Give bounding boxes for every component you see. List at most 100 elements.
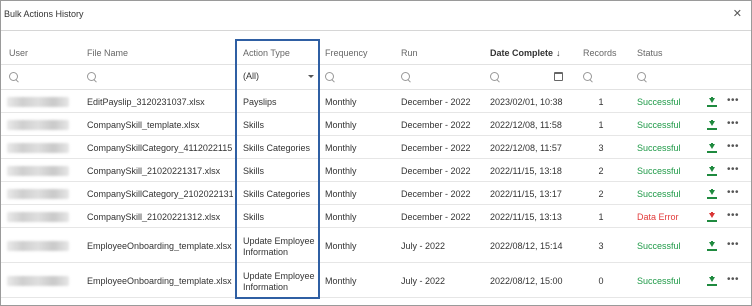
run-cell: December - 2022 (401, 143, 471, 153)
action-type-select[interactable]: (All) (240, 69, 318, 85)
frequency-cell: Monthly (325, 97, 357, 107)
more-icon[interactable]: ••• (727, 240, 739, 250)
frequency-cell: Monthly (325, 166, 357, 176)
search-icon (401, 72, 412, 83)
search-icon (325, 72, 336, 83)
frequency-cell: Monthly (325, 189, 357, 199)
more-icon[interactable]: ••• (727, 275, 739, 285)
file-name-cell: CompanySkillCategory_4112022115... (87, 143, 233, 153)
file-name-cell: CompanySkillCategory_2102022131... (87, 189, 233, 199)
records-cell: 1 (598, 212, 604, 222)
column-header-date-complete[interactable]: Date Complete ↓ (490, 48, 561, 58)
date-complete-cell: 2022/12/08, 11:57 (490, 143, 562, 153)
download-icon[interactable] (706, 241, 717, 252)
records-cell: 1 (598, 97, 604, 107)
file-name-cell: CompanySkill_21020221312.xlsx (87, 212, 221, 222)
more-icon[interactable]: ••• (727, 96, 739, 106)
dialog-title: Bulk Actions History (4, 9, 84, 19)
table-row[interactable]: CompanySkillCategory_2102022131... Skills… (1, 182, 751, 205)
table-row[interactable]: CompanySkill_template.xlsx Skills Monthly D… (1, 113, 751, 136)
file-name-filter[interactable] (87, 69, 227, 87)
user-avatar-redacted (7, 212, 69, 222)
user-avatar-redacted (7, 166, 69, 176)
status-cell: Successful (637, 166, 681, 176)
table-row[interactable]: CompanySkill_21020221317.xlsx Skills Month… (1, 159, 751, 182)
user-filter[interactable] (9, 69, 79, 87)
records-cell: 0 (598, 276, 604, 286)
status-filter[interactable] (637, 69, 697, 87)
more-icon[interactable]: ••• (727, 188, 739, 198)
download-icon[interactable] (706, 97, 717, 108)
action-type-cell: Update Employee Information (243, 271, 315, 292)
date-complete-cell: 2023/02/01, 10:38 (490, 97, 563, 107)
close-icon[interactable]: ✕ (733, 7, 742, 20)
table-row[interactable]: CompanySkillCategory_4112022115... Skills… (1, 136, 751, 159)
file-name-cell: CompanySkill_21020221317.xlsx (87, 166, 221, 176)
frequency-cell: Monthly (325, 241, 357, 251)
date-complete-cell: 2022/11/15, 13:18 (490, 166, 562, 176)
column-header-file-name[interactable]: File Name (87, 48, 128, 58)
action-type-cell: Skills Categories (243, 143, 311, 153)
action-type-cell: Skills (243, 212, 265, 222)
run-cell: July - 2022 (401, 241, 446, 251)
more-icon[interactable]: ••• (727, 211, 739, 221)
date-complete-cell: 2022/11/15, 13:13 (490, 212, 562, 222)
title-divider (1, 30, 751, 31)
table-row[interactable]: EmployeeOnboarding_template.xlsx Update E… (1, 228, 751, 263)
column-header-user[interactable]: User (9, 48, 28, 58)
action-type-cell: Update Employee Information (243, 236, 315, 257)
status-cell: Successful (637, 143, 681, 153)
user-avatar-redacted (7, 97, 69, 107)
calendar-icon[interactable] (554, 72, 563, 81)
download-icon[interactable] (706, 276, 717, 287)
file-name-cell: EmployeeOnboarding_template.xlsx (87, 241, 232, 251)
status-cell: Successful (637, 241, 681, 251)
file-name-cell: CompanySkill_template.xlsx (87, 120, 200, 130)
status-cell: Data Error (637, 212, 679, 222)
column-header-status[interactable]: Status (637, 48, 663, 58)
date-complete-label: Date Complete (490, 48, 554, 58)
date-complete-cell: 2022/08/12, 15:00 (490, 276, 563, 286)
table-row[interactable]: EditPayslip_3120231037.xlsx Payslips Month… (1, 90, 751, 113)
column-header-frequency[interactable]: Frequency (325, 48, 368, 58)
status-cell: Successful (637, 120, 681, 130)
date-complete-cell: 2022/12/08, 11:58 (490, 120, 562, 130)
records-cell: 2 (598, 189, 604, 199)
user-avatar-redacted (7, 276, 69, 286)
run-cell: December - 2022 (401, 189, 471, 199)
search-icon (9, 72, 20, 83)
more-icon[interactable]: ••• (727, 142, 739, 152)
table-row[interactable]: CompanySkill_21020221312.xlsx Skills Month… (1, 205, 751, 228)
records-cell: 2 (598, 166, 604, 176)
records-filter[interactable] (583, 69, 623, 87)
download-icon[interactable] (706, 143, 717, 154)
date-filter[interactable] (490, 69, 570, 87)
column-header-action-type[interactable]: Action Type (243, 48, 290, 58)
run-filter[interactable] (401, 69, 481, 87)
run-cell: December - 2022 (401, 166, 471, 176)
download-icon[interactable] (706, 166, 717, 177)
column-header-run[interactable]: Run (401, 48, 418, 58)
run-cell: December - 2022 (401, 212, 471, 222)
user-avatar-redacted (7, 120, 69, 130)
download-icon[interactable] (706, 212, 717, 223)
run-cell: December - 2022 (401, 97, 471, 107)
search-icon (583, 72, 594, 83)
column-header-records[interactable]: Records (583, 48, 617, 58)
download-icon[interactable] (706, 120, 717, 131)
more-icon[interactable]: ••• (727, 165, 739, 175)
frequency-cell: Monthly (325, 143, 357, 153)
more-icon[interactable]: ••• (727, 119, 739, 129)
date-complete-cell: 2022/08/12, 15:14 (490, 241, 563, 251)
records-cell: 1 (598, 120, 604, 130)
action-type-cell: Skills (243, 166, 265, 176)
sort-desc-icon: ↓ (556, 48, 561, 58)
records-cell: 3 (598, 143, 604, 153)
search-icon (490, 72, 501, 83)
table-row[interactable]: EmployeeOnboarding_template.xlsx Update E… (1, 263, 751, 298)
frequency-filter[interactable] (325, 69, 395, 87)
download-icon[interactable] (706, 189, 717, 200)
records-cell: 3 (598, 241, 604, 251)
search-icon (87, 72, 98, 83)
status-cell: Successful (637, 97, 681, 107)
